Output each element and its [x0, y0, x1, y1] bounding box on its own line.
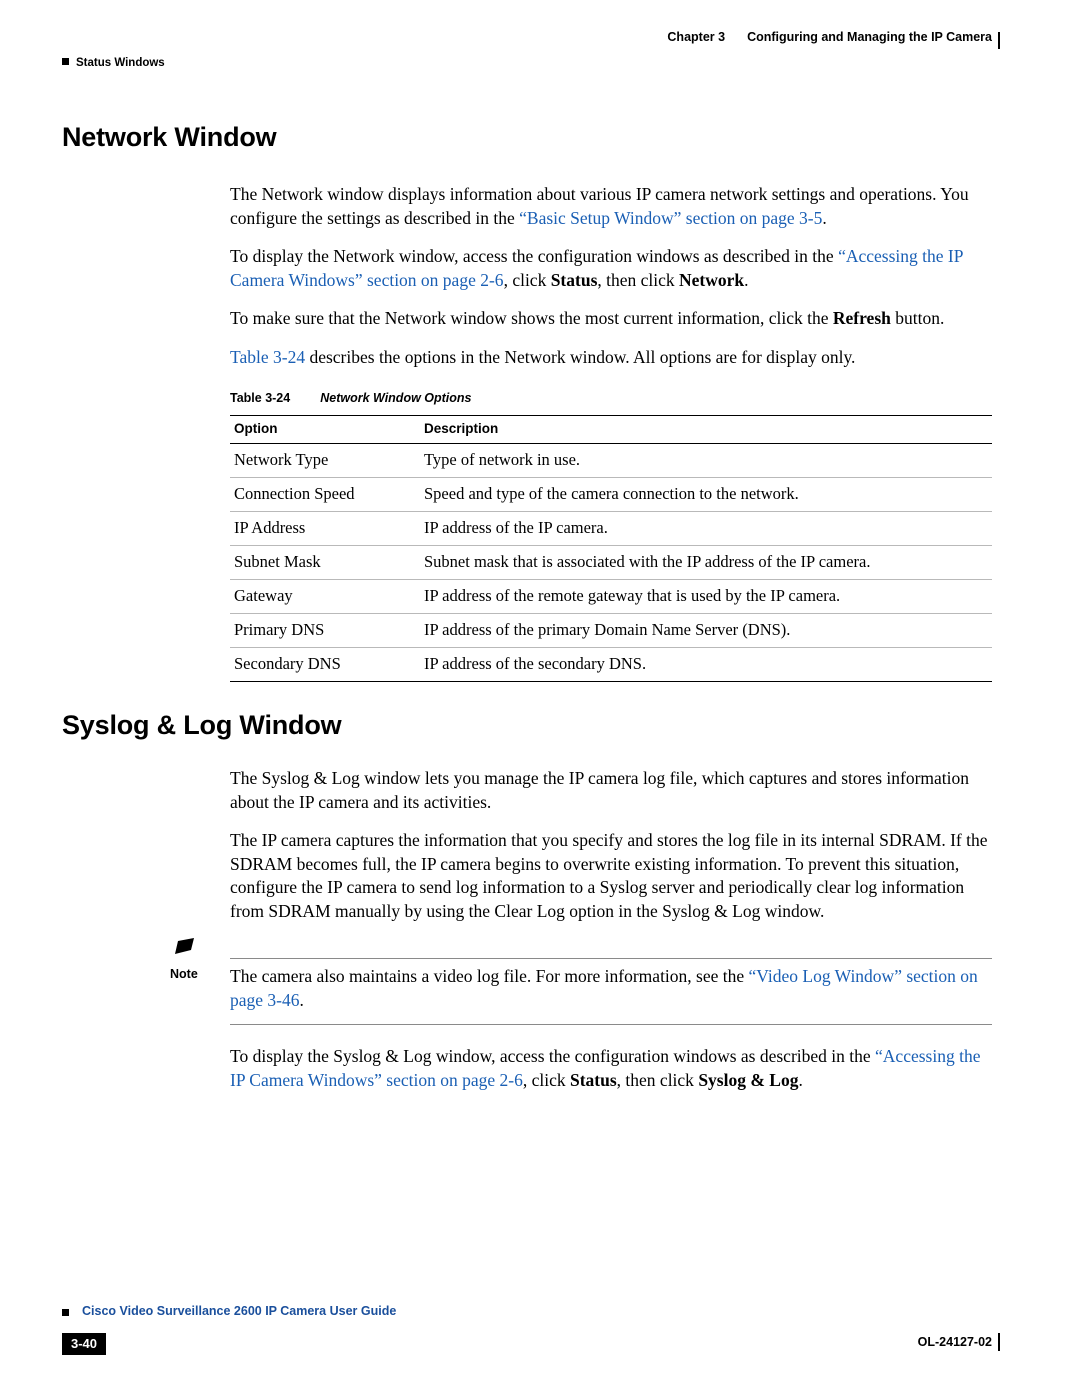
emphasis-status: Status — [550, 269, 598, 290]
paragraph-network-intro: The Network window displays information … — [230, 184, 969, 228]
emphasis-syslog-log: Syslog & Log — [698, 1069, 799, 1090]
table-row: Gateway IP address of the remote gateway… — [230, 579, 992, 614]
paragraph-syslog-display: To display the Syslog & Log window, acce… — [230, 1046, 981, 1090]
table-header-row: Option Description — [230, 415, 992, 444]
section-title-syslog-log-window: Syslog & Log Window — [62, 710, 342, 740]
table-caption-number: Table 3-24 — [230, 391, 291, 405]
header-running-head: Status Windows — [62, 57, 165, 69]
page-title: Network Window — [62, 122, 277, 152]
table-header-option: Option — [230, 415, 420, 444]
network-window-options-table: Option Description Network Type Type of … — [230, 415, 992, 682]
note-text: The camera also maintains a video log fi… — [230, 966, 978, 1010]
table-cell-option: Secondary DNS — [230, 647, 420, 682]
header-running-head-label: Status Windows — [76, 57, 165, 69]
document-content: Network Window The Network window displa… — [62, 122, 992, 1107]
table-cell-option: IP Address — [230, 511, 420, 546]
table-row: Secondary DNS IP address of the secondar… — [230, 647, 992, 682]
paragraph-syslog-sdram: The IP camera captures the information t… — [230, 830, 988, 921]
table-header-description: Description — [420, 415, 992, 444]
table-row: Network Type Type of network in use. — [230, 443, 992, 478]
paragraph-network-refresh: To make sure that the Network window sho… — [230, 308, 945, 328]
header-divider-rule — [998, 32, 1000, 49]
table-cell-option: Gateway — [230, 579, 420, 614]
emphasis-refresh: Refresh — [832, 308, 891, 328]
table-cell-option: Primary DNS — [230, 613, 420, 648]
note-pencil-icon — [174, 937, 196, 957]
page-header: Chapter 3 Configuring and Managing the IP… — [62, 30, 1000, 76]
footer-page-number: 3-40 — [62, 1333, 107, 1355]
table-row: Connection Speed Speed and type of the c… — [230, 477, 992, 512]
note-block: Note The camera also maintains a video l… — [62, 938, 992, 1025]
emphasis-status-2: Status — [569, 1069, 617, 1090]
footer-doc-number: OL-24127-02 — [917, 1335, 992, 1349]
xref-basic-setup-window[interactable]: “Basic Setup Window” section on page 3-5 — [519, 208, 822, 228]
paragraph-syslog-intro: The Syslog & Log window lets you manage … — [230, 768, 970, 812]
footer-guide-title: Cisco Video Surveillance 2600 IP Camera … — [82, 1304, 397, 1318]
emphasis-network: Network — [679, 269, 745, 290]
table-caption: Table 3-24 Network Window Options — [230, 391, 992, 405]
note-label: Note — [170, 967, 198, 981]
table-cell-description: IP address of the primary Domain Name Se… — [420, 613, 992, 648]
table-cell-option: Network Type — [230, 443, 420, 478]
table-cell-description: Speed and type of the camera connection … — [420, 477, 992, 512]
paragraph-table-reference: Table 3-24 describes the options in the … — [230, 346, 856, 367]
syslog-log-closing-body: To display the Syslog & Log window, acce… — [230, 1045, 992, 1092]
table-cell-description: Type of network in use. — [420, 443, 992, 478]
xref-accessing-ip-camera-windows[interactable]: “Accessing the IP Camera Windows” sectio… — [230, 246, 963, 290]
note-rule-top — [230, 958, 992, 959]
table-cell-description: IP address of the remote gateway that is… — [420, 579, 992, 614]
table-cell-description: IP address of the secondary DNS. — [420, 647, 992, 682]
xref-video-log-window[interactable]: “Video Log Window” section on page 3-46 — [230, 966, 978, 1010]
table-caption-title: Network Window Options — [320, 391, 472, 405]
syslog-log-window-body: The Syslog & Log window lets you manage … — [230, 767, 992, 923]
table-row: Subnet Mask Subnet mask that is associat… — [230, 545, 992, 580]
note-rule-bottom — [230, 1024, 992, 1025]
network-window-options-table-wrapper: Table 3-24 Network Window Options Option … — [230, 391, 992, 682]
bullet-square-icon — [62, 1309, 69, 1316]
table-cell-option: Subnet Mask — [230, 545, 420, 580]
table-cell-description: IP address of the IP camera. — [420, 511, 992, 546]
table-cell-option: Connection Speed — [230, 477, 420, 512]
table-cell-description: Subnet mask that is associated with the … — [420, 545, 992, 580]
paragraph-network-display: To display the Network window, access th… — [230, 246, 963, 290]
xref-table-3-24[interactable]: Table 3-24 — [230, 347, 305, 367]
header-chapter-info: Chapter 3 Configuring and Managing the IP… — [667, 30, 1000, 49]
header-chapter-number: Chapter 3 — [667, 30, 726, 44]
bullet-square-icon — [62, 58, 69, 65]
footer-divider-rule — [998, 1333, 1000, 1351]
network-window-body: The Network window displays information … — [230, 183, 992, 369]
table-row: Primary DNS IP address of the primary Do… — [230, 613, 992, 648]
header-chapter-title: Configuring and Managing the IP Camera — [747, 30, 992, 44]
page-footer: Cisco Video Surveillance 2600 IP Camera … — [62, 1304, 1000, 1355]
table-row: IP Address IP address of the IP camera. — [230, 511, 992, 546]
